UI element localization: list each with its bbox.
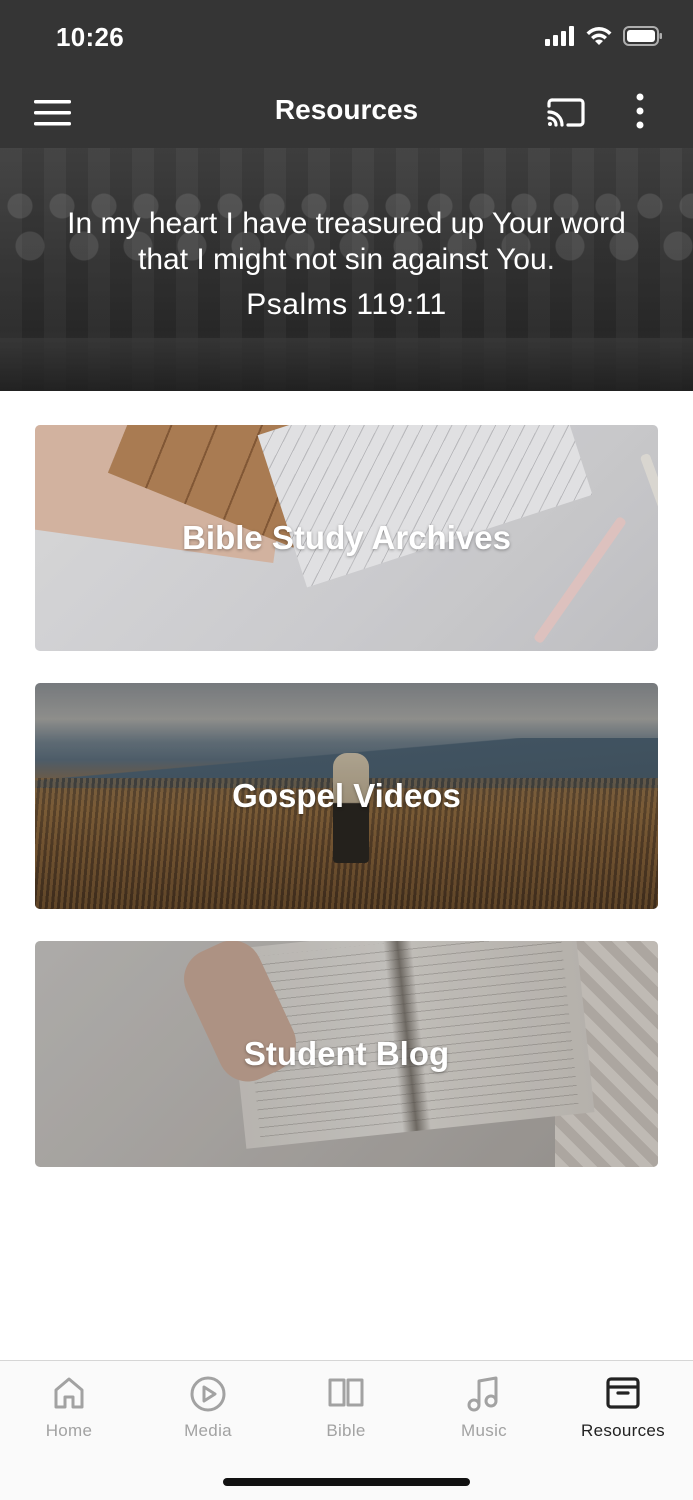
home-icon: [54, 1377, 84, 1409]
verse-banner: In my heart I have treasured up Your wor…: [0, 148, 693, 391]
verse-line-1: In my heart I have treasured up Your wor…: [67, 207, 626, 240]
cast-button[interactable]: [546, 94, 586, 130]
resource-card-student-blog[interactable]: Student Blog: [35, 941, 658, 1167]
music-note-icon: [467, 1376, 498, 1412]
tab-label: Bible: [326, 1421, 366, 1440]
resource-card-label: Bible Study Archives: [182, 519, 511, 556]
status-bar: 10:26: [0, 0, 693, 78]
verse-line-2: that I might not sin against You.: [138, 243, 555, 276]
status-icons: [545, 26, 663, 51]
screen: 10:26 Resources In my heart I have treas…: [0, 0, 693, 1500]
home-indicator[interactable]: [223, 1478, 470, 1486]
battery-icon: [623, 26, 663, 51]
tab-home[interactable]: Home: [0, 1361, 138, 1453]
resource-card-label: Student Blog: [243, 1035, 450, 1072]
open-book-icon: [328, 1378, 364, 1407]
cellular-signal-icon: [545, 26, 575, 51]
play-circle-icon: [190, 1376, 226, 1412]
tab-music[interactable]: Music: [415, 1361, 553, 1453]
cast-icon: [547, 98, 585, 127]
tab-label: Media: [184, 1421, 232, 1440]
tab-label: Home: [45, 1421, 93, 1440]
page-title: Resources: [274, 94, 419, 125]
tab-bible[interactable]: Bible: [277, 1361, 415, 1453]
status-time: 10:26: [56, 22, 124, 52]
resource-card-gospel-videos[interactable]: Gospel Videos: [35, 683, 658, 909]
tab-label: Music: [461, 1421, 507, 1440]
resource-card-bible-study-archives[interactable]: Bible Study Archives: [35, 425, 658, 651]
archive-box-icon: [606, 1377, 640, 1409]
verse-reference: Psalms 119:11: [246, 288, 447, 321]
more-options-button[interactable]: [628, 92, 652, 132]
wifi-icon: [585, 26, 613, 51]
tab-label: Resources: [581, 1421, 665, 1440]
more-vertical-icon: [636, 93, 644, 129]
tab-resources[interactable]: Resources: [554, 1361, 692, 1453]
app-bar: Resources: [0, 78, 693, 148]
tab-media[interactable]: Media: [139, 1361, 277, 1453]
verse-text: In my heart I have treasured up Your wor…: [20, 206, 673, 278]
resource-card-label: Gospel Videos: [232, 777, 461, 814]
